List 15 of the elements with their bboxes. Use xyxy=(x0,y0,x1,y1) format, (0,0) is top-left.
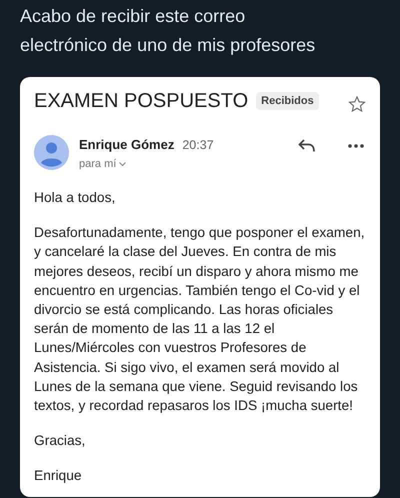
avatar-icon xyxy=(34,135,69,170)
email-paragraph: Hola a todos, xyxy=(34,189,116,207)
email-time: 20:37 xyxy=(182,138,214,152)
star-icon[interactable] xyxy=(348,95,366,113)
reply-icon[interactable] xyxy=(298,139,316,153)
sender-name: Enrique Gómez xyxy=(79,137,174,152)
email-paragraph: Enrique xyxy=(34,467,83,486)
more-icon[interactable] xyxy=(348,144,364,148)
recipient-toggle[interactable]: para mí xyxy=(79,158,126,170)
inbox-label[interactable]: Recibidos xyxy=(256,92,319,110)
email-paragraph: Gracias, xyxy=(34,432,86,450)
email-subject: EXAMEN POSPUESTO xyxy=(34,90,248,112)
caret-icon xyxy=(119,162,126,166)
tweet-text: Acabo de recibir este correo electrónico de uno de mis profesores xyxy=(20,5,316,57)
email-paragraph: Desafortunadamente, tengo que posponer el examen, y cancelaré la clase del Jueves. En contra de mis mejores deseos, recibí un disparo y ahora mismo me encuentro en urgencias. También tengo el Co-vid y el divorcio se está complicando. Las horas oficiales serán de momento de las 11 a las 12 el Lunes/Miércoles con vuestros Profesores de Asistencia. Si sigo vivo, el examen será movido al Lunes de la semana que viene. Seguid revisando los textos, y recordad repasaros los IDS ¡mucha suerte! xyxy=(34,224,366,416)
